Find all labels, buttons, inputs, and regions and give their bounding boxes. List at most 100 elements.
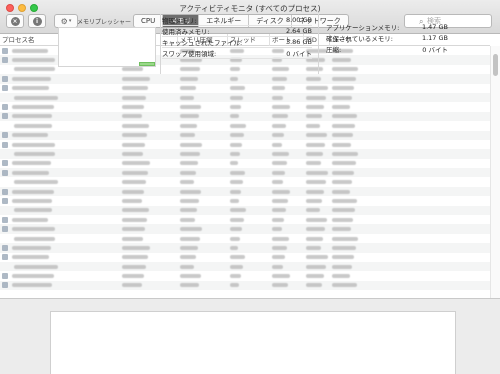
redacted-text	[230, 245, 238, 250]
table-row[interactable]	[0, 234, 490, 243]
divider	[160, 14, 161, 74]
table-cell	[270, 102, 304, 111]
redacted-text	[332, 151, 358, 156]
redacted-text	[272, 189, 290, 194]
redacted-text	[14, 95, 58, 100]
table-row[interactable]	[0, 130, 490, 140]
table-cell	[330, 243, 490, 252]
redacted-text	[12, 76, 51, 81]
redacted-text	[12, 189, 54, 194]
app-icon	[2, 132, 8, 139]
table-row[interactable]	[0, 205, 490, 216]
table-cell	[120, 187, 178, 196]
table-cell	[228, 271, 270, 280]
table-cell	[178, 149, 228, 158]
table-row[interactable]	[0, 111, 490, 122]
table-row[interactable]	[0, 92, 490, 103]
table-cell	[120, 159, 178, 168]
table-cell	[228, 112, 270, 121]
table-row[interactable]	[0, 243, 490, 253]
table-cell	[330, 65, 490, 74]
stop-process-button[interactable]: ×	[6, 14, 24, 28]
redacted-text	[14, 236, 55, 241]
table-cell	[330, 281, 490, 290]
vertical-scrollbar[interactable]	[490, 46, 500, 298]
table-row[interactable]	[0, 74, 490, 84]
redacted-text	[230, 114, 239, 119]
redacted-text	[230, 283, 239, 288]
table-row[interactable]	[0, 149, 490, 159]
table-row[interactable]	[0, 121, 490, 130]
table-cell	[120, 84, 178, 93]
redacted-text	[332, 161, 356, 166]
table-cell	[330, 177, 490, 186]
table-row[interactable]	[0, 140, 490, 149]
table-cell	[304, 121, 330, 130]
table-row[interactable]	[0, 177, 490, 186]
table-cell	[228, 253, 270, 262]
redacted-text	[306, 217, 327, 222]
table-row[interactable]	[0, 159, 490, 168]
table-row[interactable]	[0, 196, 490, 205]
table-cell	[120, 281, 178, 290]
table-cell	[304, 112, 330, 121]
redacted-text	[272, 236, 289, 241]
table-cell	[270, 196, 304, 205]
table-cell	[304, 159, 330, 168]
table-row[interactable]	[0, 280, 490, 291]
memory-pressure-graph	[58, 27, 156, 67]
redacted-text	[122, 198, 142, 203]
redacted-text	[230, 236, 240, 241]
app-icon	[2, 47, 8, 54]
stat-label: 使用済みメモリ:	[162, 28, 210, 36]
table-cell	[228, 206, 270, 215]
table-cell	[120, 224, 178, 233]
table-cell	[178, 140, 228, 149]
stat-row: 物理メモリ: 8.00 GB	[162, 15, 312, 26]
redacted-text	[230, 227, 242, 232]
redacted-text	[12, 86, 49, 91]
redacted-text	[14, 151, 55, 156]
table-cell	[270, 271, 304, 280]
redacted-text	[180, 161, 198, 166]
redacted-text	[272, 76, 287, 81]
table-row[interactable]	[0, 224, 490, 234]
table-row[interactable]	[0, 186, 490, 197]
redacted-text	[230, 264, 243, 269]
app-icon	[2, 226, 8, 233]
redacted-text	[272, 274, 290, 279]
redacted-text	[12, 133, 48, 138]
table-row[interactable]	[0, 168, 490, 178]
redacted-text	[272, 114, 288, 119]
table-cell	[270, 65, 304, 74]
redacted-text	[180, 151, 200, 156]
redacted-text	[180, 283, 199, 288]
table-cell	[330, 215, 490, 224]
table-cell	[330, 112, 490, 121]
table-row[interactable]	[0, 102, 490, 111]
table-row[interactable]	[0, 261, 490, 272]
redacted-text	[180, 189, 201, 194]
redacted-text	[272, 208, 286, 213]
table-cell	[228, 149, 270, 158]
table-cell	[304, 234, 330, 243]
redacted-text	[332, 142, 351, 147]
table-cell	[270, 159, 304, 168]
table-row[interactable]	[0, 253, 490, 262]
table-row[interactable]	[0, 271, 490, 280]
inspect-process-button[interactable]: i	[28, 14, 46, 28]
redacted-text	[306, 142, 325, 147]
stop-process-icon: ×	[10, 16, 20, 26]
table-row[interactable]	[0, 215, 490, 224]
memory-stats-left: 物理メモリ: 8.00 GB 使用済みメモリ: 2.64 GB キャッシュされたファ…	[162, 15, 312, 59]
table-cell	[120, 196, 178, 205]
table-cell	[330, 234, 490, 243]
redacted-text	[122, 208, 149, 213]
table-cell	[228, 159, 270, 168]
table-row[interactable]	[0, 84, 490, 93]
scrollbar-thumb[interactable]	[493, 54, 498, 76]
redacted-text	[122, 95, 146, 100]
table-cell	[228, 281, 270, 290]
redacted-text	[180, 76, 198, 81]
redacted-text	[306, 161, 321, 166]
